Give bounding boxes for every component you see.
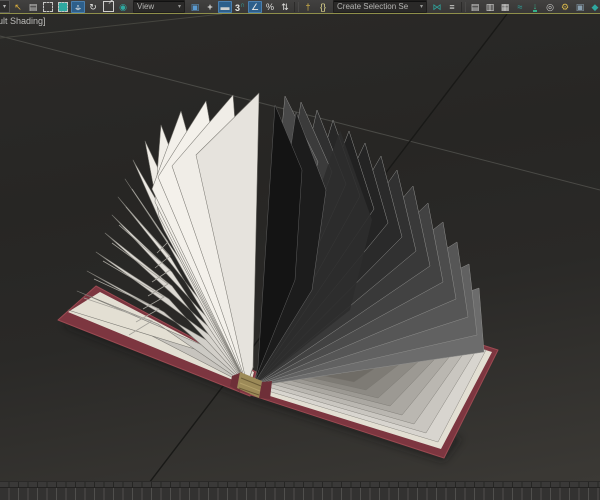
chevron-down-icon: ▾: [177, 4, 181, 10]
window-crossing-toggle-icon[interactable]: [56, 1, 70, 13]
select-and-place-icon[interactable]: ◉: [116, 1, 130, 13]
edit-named-selection-sets-icon[interactable]: †: [301, 1, 315, 13]
material-editor-icon[interactable]: ◎: [543, 1, 557, 13]
scene-explorer-icon[interactable]: ▤: [468, 1, 482, 13]
book-model[interactable]: [57, 92, 499, 459]
select-and-manipulate-icon[interactable]: +: [203, 1, 217, 13]
ribbon-toggle-icon[interactable]: ▦: [498, 1, 512, 13]
mirror-icon[interactable]: ⋈: [430, 1, 444, 13]
application-window: ▾ ↖ ▤ ↔ ↕ ↻ ↗ ◉ View ▾ ▣ + ▬ 3∩ ∠% ⇅ †{} Create Selection…: [0, 0, 600, 500]
reference-coordinate-dropdown[interactable]: View ▾: [133, 0, 185, 13]
use-center-icon[interactable]: ▣: [188, 1, 202, 13]
keyboard-override-icon[interactable]: ▬: [218, 0, 232, 13]
chevron-down-icon: ▾: [419, 4, 423, 10]
curve-editor-icon[interactable]: ≈: [513, 1, 527, 13]
viewport-shading-label[interactable]: ult Shading]: [0, 16, 46, 26]
rectangular-selection-region-icon[interactable]: [41, 1, 55, 13]
select-by-name-icon[interactable]: ▤: [26, 1, 40, 13]
perspective-viewport[interactable]: ult Shading]: [0, 14, 600, 481]
named-selection-braces-icon[interactable]: {}: [316, 1, 330, 13]
snaps-toggle-3d-icon[interactable]: 3∩: [233, 1, 247, 13]
percent-snap-icon[interactable]: %: [263, 1, 277, 13]
timeline-track-bar[interactable]: [0, 481, 600, 500]
selection-filter-dropdown[interactable]: ▾: [0, 0, 10, 13]
select-and-rotate-icon[interactable]: ↻: [86, 1, 100, 13]
align-icon[interactable]: ≡: [445, 1, 459, 13]
rendered-frame-window-icon[interactable]: ▣: [573, 1, 587, 13]
book-left-standing-pages: [67, 92, 260, 386]
select-and-scale-icon[interactable]: ↗: [101, 0, 115, 13]
render-production-icon[interactable]: ◆: [588, 1, 600, 13]
create-selection-set-dropdown[interactable]: Create Selection Se ▾: [333, 0, 427, 13]
toolbar-separator: [461, 1, 466, 12]
render-setup-icon[interactable]: ⚙: [558, 1, 572, 13]
select-object-icon[interactable]: ↖: [11, 1, 25, 13]
layer-explorer-icon[interactable]: ▥: [483, 1, 497, 13]
angle-snap-icon[interactable]: ∠: [248, 0, 262, 13]
viewport-canvas[interactable]: [0, 14, 600, 481]
select-and-move-icon[interactable]: ↔ ↕: [71, 0, 85, 13]
toolbar-separator: [294, 1, 299, 12]
spinner-snap-icon[interactable]: ⇅: [278, 1, 292, 13]
main-toolbar: ▾ ↖ ▤ ↔ ↕ ↻ ↗ ◉ View ▾ ▣ + ▬ 3∩ ∠% ⇅ †{} Create Selection…: [0, 0, 600, 14]
timeline-frame-cells[interactable]: [0, 487, 600, 500]
schematic-view-icon[interactable]: ↓: [528, 1, 542, 13]
